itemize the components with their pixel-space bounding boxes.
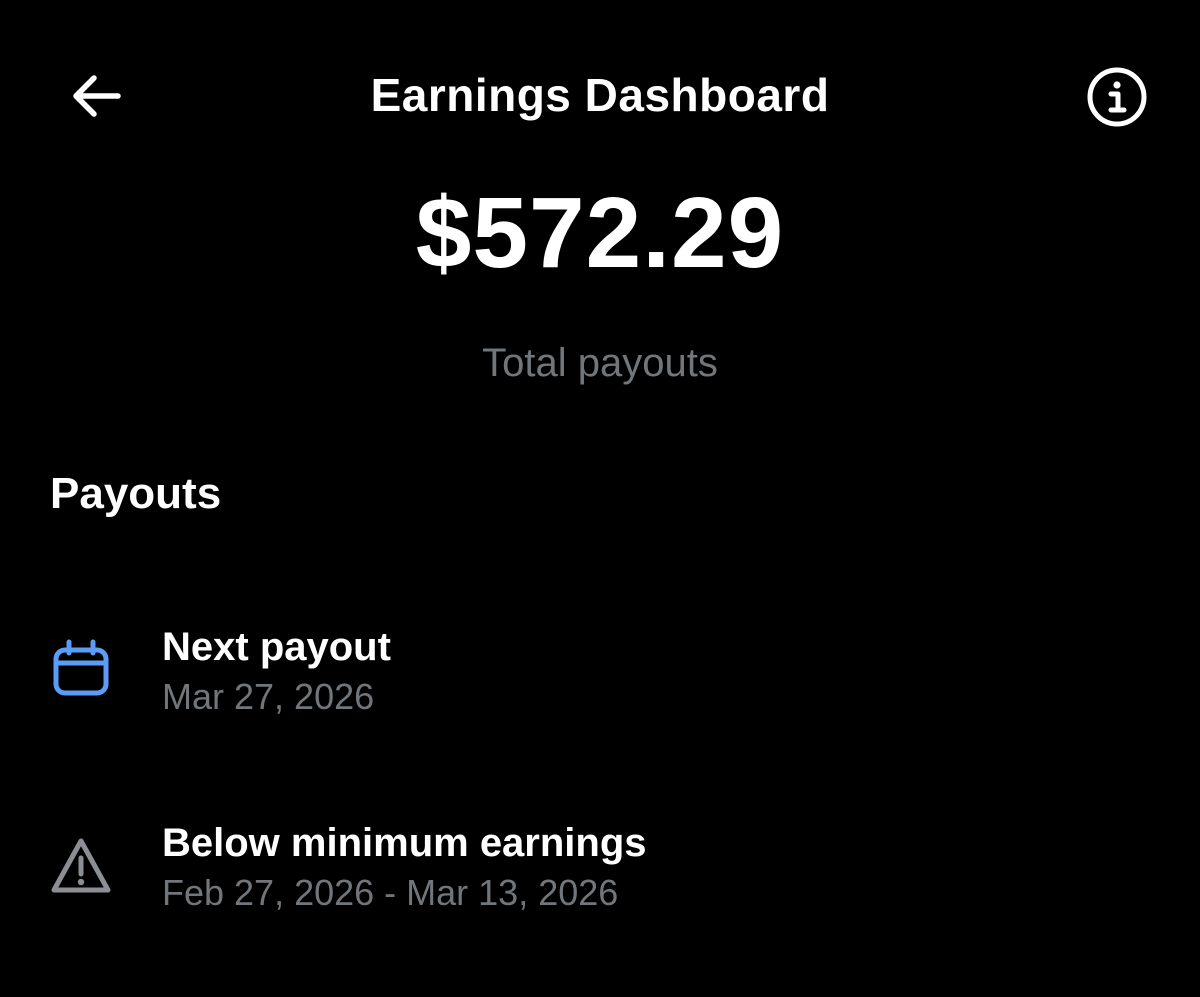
next-payout-title: Next payout [162,625,391,669]
below-minimum-title: Below minimum earnings [162,821,647,865]
below-minimum-row[interactable]: Below minimum earnings Feb 27, 2026 - Ma… [0,816,1200,926]
warning-triangle-icon [50,836,112,898]
page-title: Earnings Dashboard [370,69,830,121]
app-header: Earnings Dashboard [0,0,1200,190]
total-payouts-amount: $572.29 [415,177,785,289]
next-payout-date: Mar 27, 2026 [162,676,375,717]
info-button[interactable] [1082,66,1152,128]
calendar-icon [50,638,112,700]
info-circle-icon [1087,67,1147,127]
payouts-section-title: Payouts [50,469,222,518]
total-payouts-label: Total payouts [482,341,718,385]
next-payout-row[interactable]: Next payout Mar 27, 2026 [0,620,1200,730]
below-minimum-date-range: Feb 27, 2026 - Mar 13, 2026 [162,872,619,913]
